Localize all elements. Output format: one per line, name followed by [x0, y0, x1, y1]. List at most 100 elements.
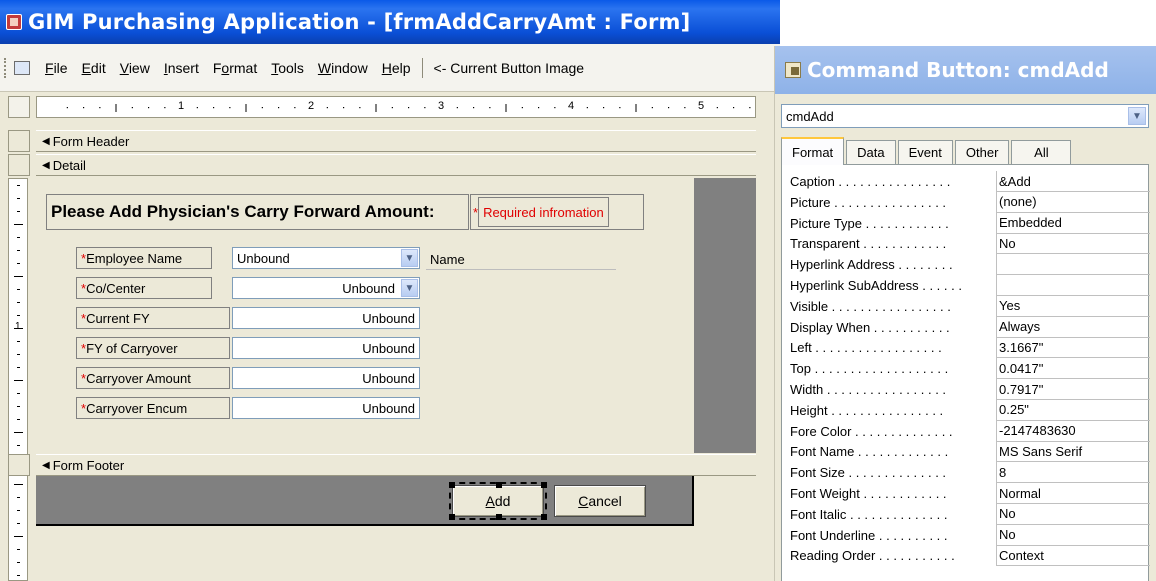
tab-other[interactable]: Other: [954, 140, 1010, 164]
property-row[interactable]: Picture . . . . . . . . . . . . . . . . (…: [782, 191, 1150, 213]
property-value[interactable]: Normal: [996, 483, 1150, 504]
menu-item-format[interactable]: Format: [206, 60, 264, 76]
property-row[interactable]: Font Underline . . . . . . . . . . No: [782, 524, 1150, 546]
property-row[interactable]: Visible . . . . . . . . . . . . . . . . …: [782, 295, 1150, 317]
menu-item-file[interactable]: File: [38, 60, 75, 76]
property-value[interactable]: 0.25": [996, 399, 1150, 421]
required-info-label[interactable]: * Required infromation: [470, 194, 644, 230]
property-row[interactable]: Picture Type . . . . . . . . . . . . Embe…: [782, 212, 1150, 234]
chevron-down-icon[interactable]: ▼: [401, 279, 418, 297]
form-footer-bar[interactable]: ◀ Form Footer: [36, 454, 756, 476]
property-value[interactable]: Context: [996, 545, 1150, 567]
field-label-co-center[interactable]: * Co/Center: [76, 277, 212, 299]
property-row[interactable]: Height . . . . . . . . . . . . . . . . 0.…: [782, 399, 1150, 421]
combo-co-center[interactable]: Unbound ▼: [232, 277, 420, 299]
detail-grid[interactable]: Please Add Physician's Carry Forward Amo…: [36, 178, 694, 453]
property-row[interactable]: Font Italic . . . . . . . . . . . . . . N…: [782, 503, 1150, 525]
property-row[interactable]: Top . . . . . . . . . . . . . . . . . . …: [782, 358, 1150, 380]
property-row[interactable]: Caption . . . . . . . . . . . . . . . . &…: [782, 171, 1150, 192]
property-value[interactable]: [996, 275, 1150, 296]
resize-handle[interactable]: [496, 482, 502, 488]
form-selector[interactable]: [8, 96, 30, 118]
form-header-bar[interactable]: ◀ Form Header: [36, 130, 756, 152]
property-name: Visible . . . . . . . . . . . . . . . . …: [790, 298, 951, 314]
property-row[interactable]: Font Size . . . . . . . . . . . . . . 8: [782, 462, 1150, 484]
property-value[interactable]: No: [996, 503, 1150, 525]
resize-handle[interactable]: [449, 514, 455, 520]
chevron-down-icon[interactable]: ▼: [401, 249, 418, 267]
property-row[interactable]: Width . . . . . . . . . . . . . . . . . 0…: [782, 379, 1150, 400]
property-row[interactable]: Transparent . . . . . . . . . . . . No: [782, 233, 1150, 255]
menu-item-window[interactable]: Window: [311, 60, 375, 76]
menu-item-view[interactable]: View: [113, 60, 157, 76]
ruler-tick: [538, 107, 540, 109]
field-label-employee-name[interactable]: * Employee Name: [76, 247, 212, 269]
menu-item-insert[interactable]: Insert: [157, 60, 206, 76]
textbox-carryover-amount[interactable]: Unbound: [232, 367, 420, 389]
property-value[interactable]: (none): [996, 191, 1150, 213]
add-button[interactable]: Add: [449, 482, 547, 520]
access-app-icon[interactable]: [6, 14, 22, 30]
menu-item-text: ile: [53, 59, 68, 76]
property-sheet-title-bar[interactable]: Command Button: cmdAdd: [775, 46, 1156, 94]
property-value[interactable]: 8: [996, 462, 1150, 484]
property-value[interactable]: MS Sans Serif: [996, 441, 1150, 463]
property-row[interactable]: Left . . . . . . . . . . . . . . . . . .…: [782, 337, 1150, 359]
tab-all[interactable]: All: [1011, 140, 1072, 164]
property-value[interactable]: 0.7917": [996, 379, 1150, 400]
tab-format[interactable]: Format: [781, 137, 845, 165]
menu-item-edit[interactable]: Edit: [75, 60, 113, 76]
tab-data[interactable]: Data: [846, 140, 896, 164]
form-header-selector[interactable]: [8, 130, 30, 152]
chevron-down-icon[interactable]: ▼: [1128, 107, 1146, 125]
form-heading[interactable]: Please Add Physician's Carry Forward Amo…: [46, 194, 469, 230]
detail-selector[interactable]: [8, 154, 30, 176]
property-value[interactable]: No: [996, 233, 1150, 255]
property-row[interactable]: Hyperlink SubAddress . . . . . .: [782, 275, 1150, 296]
property-value[interactable]: 3.1667": [996, 337, 1150, 359]
resize-handle[interactable]: [541, 482, 547, 488]
textbox-carryover-encum[interactable]: Unbound: [232, 397, 420, 419]
property-row[interactable]: Reading Order . . . . . . . . . . . Conte…: [782, 545, 1150, 567]
textbox-fy-of-carryover[interactable]: Unbound: [232, 337, 420, 359]
tab-event[interactable]: Event: [897, 140, 953, 164]
form-footer-selector[interactable]: [8, 454, 30, 476]
cancel-button[interactable]: Cancel: [554, 485, 646, 517]
ruler-tick: [489, 107, 491, 109]
field-label-carryover-amount[interactable]: * Carryover Amount: [76, 367, 230, 389]
detail-bar[interactable]: ◀ Detail: [36, 154, 756, 176]
vertical-ruler[interactable]: 1: [8, 178, 28, 581]
property-row[interactable]: Font Name . . . . . . . . . . . . . MS Sa…: [782, 441, 1150, 463]
ruler-tick: [17, 393, 20, 394]
resize-handle[interactable]: [541, 514, 547, 520]
menu-item-help[interactable]: Help: [375, 60, 418, 76]
field-label-carryover-encum[interactable]: * Carryover Encum: [76, 397, 230, 419]
property-value[interactable]: [996, 254, 1150, 276]
property-value[interactable]: No: [996, 524, 1150, 546]
combo-employee-name[interactable]: Unbound ▼: [232, 247, 420, 269]
property-row[interactable]: Display When . . . . . . . . . . . Always: [782, 316, 1150, 338]
textbox-current-fy[interactable]: Unbound: [232, 307, 420, 329]
form-window-icon[interactable]: [14, 60, 30, 75]
horizontal-ruler[interactable]: 1 2 3 4 5: [36, 96, 756, 118]
name-label[interactable]: Name: [426, 250, 616, 270]
menu-grip-handle[interactable]: [4, 57, 10, 78]
menu-item-tools[interactable]: Tools: [264, 60, 311, 76]
property-row[interactable]: Font Weight . . . . . . . . . . . . Norma…: [782, 483, 1150, 504]
resize-handle[interactable]: [496, 514, 502, 520]
field-label-current-fy[interactable]: * Current FY: [76, 307, 230, 329]
field-label-fy-of-carryover[interactable]: * FY of Carryover: [76, 337, 230, 359]
property-value[interactable]: Yes: [996, 295, 1150, 317]
property-value[interactable]: 0.0417": [996, 358, 1150, 380]
property-row[interactable]: Fore Color . . . . . . . . . . . . . . -2…: [782, 420, 1150, 442]
property-row[interactable]: Hyperlink Address . . . . . . . .: [782, 254, 1150, 276]
ruler-tick: [17, 354, 20, 355]
property-value[interactable]: -2147483630: [996, 420, 1150, 442]
property-value[interactable]: Embedded: [996, 212, 1150, 234]
ruler-tick: [17, 510, 20, 511]
resize-handle[interactable]: [449, 482, 455, 488]
object-selector[interactable]: cmdAdd ▼: [781, 104, 1149, 128]
property-value[interactable]: Always: [996, 316, 1150, 338]
menu-separator: [421, 57, 423, 78]
property-value[interactable]: &Add: [996, 171, 1150, 192]
